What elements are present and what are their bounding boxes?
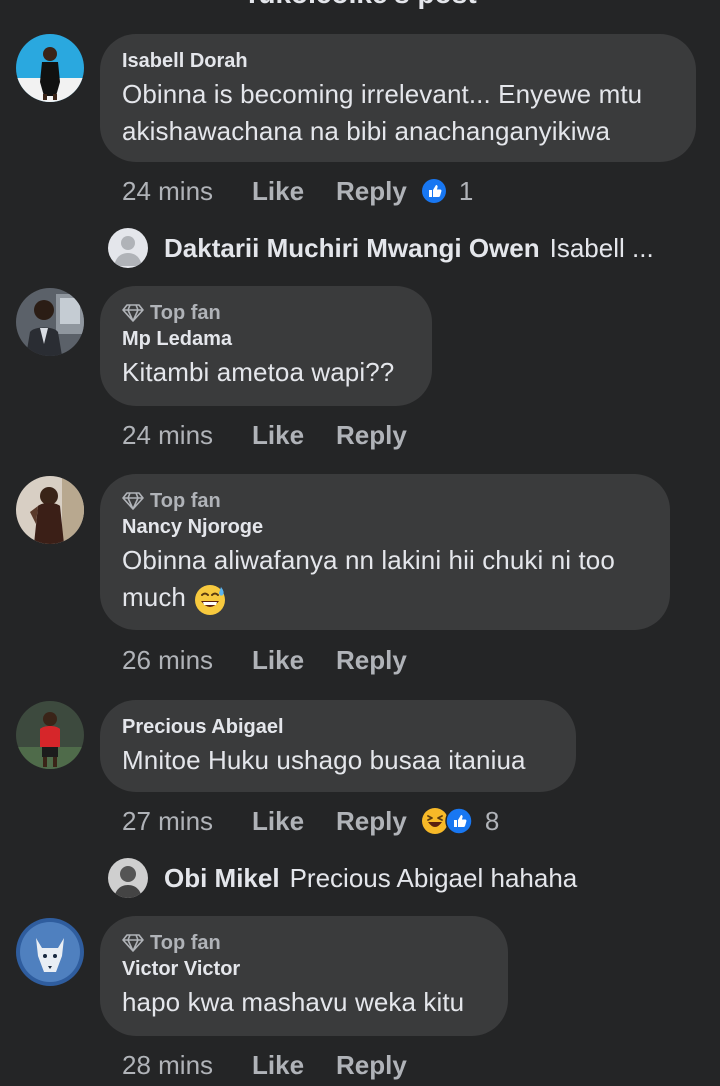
reply-preview[interactable]: Daktarii Muchiri Mwangi Owen Isabell ... bbox=[108, 228, 654, 268]
comment-author[interactable]: Nancy Njoroge bbox=[122, 514, 648, 540]
comment-time[interactable]: 24 mins bbox=[122, 176, 252, 206]
like-reaction-icon bbox=[421, 179, 446, 203]
reply-avatar bbox=[108, 228, 148, 268]
comments-page: Tuko.co.ke's post Isabell Dorah Obinna i… bbox=[0, 0, 720, 1086]
reply-avatar bbox=[108, 858, 148, 898]
comment-actions: 24 mins Like Reply 1 bbox=[122, 176, 473, 206]
reply-author: Daktarii Muchiri Mwangi Owen bbox=[164, 233, 540, 263]
comment-actions: 28 mins Like Reply bbox=[122, 1050, 407, 1080]
diamond-icon bbox=[122, 304, 144, 322]
like-button[interactable]: Like bbox=[252, 420, 336, 450]
top-fan-badge: Top fan bbox=[122, 300, 410, 326]
comment-time[interactable]: 26 mins bbox=[122, 645, 252, 675]
grinning-sweat-emoji-icon bbox=[195, 585, 226, 616]
reply-button[interactable]: Reply bbox=[336, 645, 407, 675]
like-button[interactable]: Like bbox=[252, 806, 336, 836]
badge-label: Top fan bbox=[150, 490, 221, 512]
reply-preview[interactable]: Obi Mikel Precious Abigael hahaha bbox=[108, 858, 577, 898]
reply-author: Obi Mikel bbox=[164, 863, 280, 893]
comment-author[interactable]: Mp Ledama bbox=[122, 326, 410, 352]
comment-author[interactable]: Precious Abigael bbox=[122, 714, 554, 740]
comment-bubble: Top fan Nancy Njoroge Obinna aliwafanya … bbox=[100, 474, 670, 630]
top-fan-badge: Top fan bbox=[122, 930, 486, 956]
comment-author[interactable]: Victor Victor bbox=[122, 956, 486, 982]
like-reaction-icon bbox=[445, 807, 473, 835]
reply-text: Precious Abigael hahaha bbox=[289, 863, 578, 893]
reaction-summary[interactable]: 1 bbox=[421, 176, 473, 206]
top-fan-badge: Top fan bbox=[122, 488, 648, 514]
comment-bubble: Top fan Victor Victor hapo kwa mashavu w… bbox=[100, 916, 508, 1036]
reply-text: Isabell ... bbox=[549, 233, 654, 263]
reply-button[interactable]: Reply bbox=[336, 176, 407, 206]
comment-text: hapo kwa mashavu weka kitu bbox=[122, 987, 465, 1017]
comment-text: Mnitoe Huku ushago busaa itaniua bbox=[122, 745, 526, 775]
comment-bubble: Top fan Mp Ledama Kitambi ametoa wapi?? bbox=[100, 286, 432, 406]
avatar[interactable] bbox=[16, 288, 84, 356]
comment-actions: 24 mins Like Reply bbox=[122, 420, 407, 450]
comment-text: Kitambi ametoa wapi?? bbox=[122, 357, 395, 387]
comment-bubble: Precious Abigael Mnitoe Huku ushago busa… bbox=[100, 700, 576, 792]
like-button[interactable]: Like bbox=[252, 1050, 336, 1080]
like-button[interactable]: Like bbox=[252, 645, 336, 675]
comment-actions: 27 mins Like Reply 8 bbox=[122, 806, 499, 836]
badge-label: Top fan bbox=[150, 932, 221, 954]
comment-time[interactable]: 24 mins bbox=[122, 420, 252, 450]
comment-text-wrapper: Obinna aliwafanya nn lakini hii chuki ni… bbox=[122, 542, 648, 616]
badge-label: Top fan bbox=[150, 302, 221, 324]
comment-time[interactable]: 27 mins bbox=[122, 806, 252, 836]
diamond-icon bbox=[122, 934, 144, 952]
post-title-partial: Tuko.co.ke's post bbox=[0, 0, 720, 10]
diamond-icon bbox=[122, 492, 144, 510]
avatar[interactable] bbox=[16, 918, 84, 986]
avatar[interactable] bbox=[16, 34, 84, 102]
reply-button[interactable]: Reply bbox=[336, 420, 407, 450]
comment-bubble: Isabell Dorah Obinna is becoming irrelev… bbox=[100, 34, 696, 162]
reaction-count: 8 bbox=[484, 806, 500, 836]
reply-button[interactable]: Reply bbox=[336, 806, 407, 836]
comment-actions: 26 mins Like Reply bbox=[122, 645, 407, 675]
reaction-count: 1 bbox=[458, 176, 474, 206]
reaction-summary[interactable]: 8 bbox=[421, 806, 499, 836]
comment-author[interactable]: Isabell Dorah bbox=[122, 48, 674, 74]
avatar-image bbox=[108, 858, 148, 898]
comment-time[interactable]: 28 mins bbox=[122, 1050, 252, 1080]
avatar[interactable] bbox=[16, 476, 84, 544]
avatar[interactable] bbox=[16, 701, 84, 769]
reply-button[interactable]: Reply bbox=[336, 1050, 407, 1080]
like-button[interactable]: Like bbox=[252, 176, 336, 206]
comment-text: Obinna is becoming irrelevant... Enyewe … bbox=[122, 79, 643, 146]
default-avatar-icon bbox=[108, 228, 148, 268]
